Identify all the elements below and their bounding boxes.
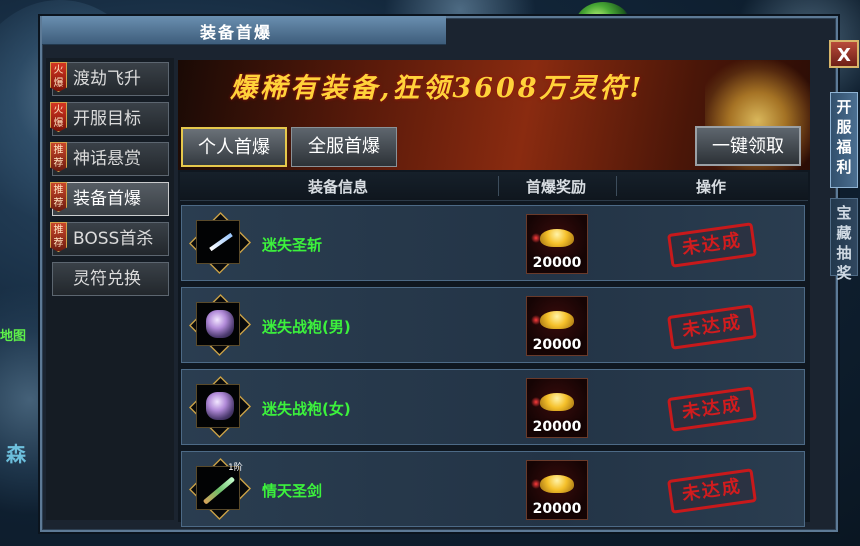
table-row: 迷失战袍(女) 20000 未达成 [181,369,805,445]
item-name: 迷失战袍(女) [262,400,351,418]
hud-glyph: 森 [6,442,26,466]
menu-item-ascension[interactable]: 渡劫飞升 [52,62,169,96]
table-row: 迷失圣斩 20000 未达成 [181,205,805,281]
tab-personal-first-drop[interactable]: 个人首爆 [181,127,287,167]
menu-item-boss-first-kill[interactable]: BOSS首杀 [52,222,169,256]
item-name: 情天圣剑 [262,482,323,500]
status-stamp: 未达成 [667,468,757,514]
tab-treasure-lottery[interactable]: 宝藏抽奖 [830,198,858,282]
menu-item-label: BOSS首杀 [73,229,154,249]
tab-server-first-drop[interactable]: 全服首爆 [291,127,397,167]
reward-box[interactable]: 20000 [526,214,588,274]
reward-box[interactable]: 20000 [526,460,588,520]
claim-all-button[interactable]: 一键领取 [695,126,801,166]
menu-item-talisman-exchange[interactable]: 灵符兑换 [52,262,169,296]
reward-box[interactable]: 20000 [526,296,588,356]
reward-box[interactable]: 20000 [526,378,588,438]
status-stamp: 未达成 [667,304,757,350]
item-name: 迷失圣斩 [262,236,323,254]
reward-amount: 20000 [532,501,582,517]
banner-headline: 爆稀有装备,狂领3608万灵符! [230,73,645,104]
gold-ingot-icon [540,311,574,329]
column-divider [616,176,617,196]
item-name: 迷失战袍(男) [262,318,351,336]
hot-badge: 火爆 [50,62,67,92]
gold-ingot-icon [540,229,574,247]
menu-item-label: 开服目标 [73,109,141,129]
menu-item-label: 神话悬赏 [73,149,141,169]
recommend-badge: 推荐 [50,222,67,252]
hot-badge: 火爆 [50,102,67,132]
table-row: 迷失战袍(男) 20000 未达成 [181,287,805,363]
table-row: 1阶 情天圣剑 20000 未达成 [181,451,805,527]
status-stamp: 未达成 [667,386,757,432]
close-button[interactable]: X [829,40,859,68]
reward-amount: 20000 [532,419,582,435]
menu-item-label: 装备首爆 [73,189,141,209]
column-header-action: 操作 [696,178,727,196]
reward-amount: 20000 [532,337,582,353]
recommend-badge: 推荐 [50,182,67,212]
armor-icon [206,392,234,420]
table-header: 装备信息 首爆奖励 操作 [180,172,808,201]
armor-icon [206,310,234,338]
recommend-badge: 推荐 [50,142,67,172]
menu-item-label: 灵符兑换 [73,269,141,289]
map-label: 地图 [0,329,27,344]
reward-amount: 20000 [532,255,582,271]
gold-ingot-icon [540,475,574,493]
column-header-reward: 首爆奖励 [526,178,587,196]
menu-item-myth-bounty[interactable]: 神话悬赏 [52,142,169,176]
menu-item-equipment-first-drop[interactable]: 装备首爆 [52,182,169,216]
column-header-info: 装备信息 [308,178,369,196]
tier-label: 1阶 [228,463,243,473]
window-title: 装备首爆 [200,23,273,42]
column-divider [498,176,499,196]
menu-item-label: 渡劫飞升 [73,69,141,89]
gold-ingot-icon [540,393,574,411]
tab-server-opening-benefits[interactable]: 开服福利 [830,92,858,188]
status-stamp: 未达成 [667,222,757,268]
menu-item-server-goals[interactable]: 开服目标 [52,102,169,136]
